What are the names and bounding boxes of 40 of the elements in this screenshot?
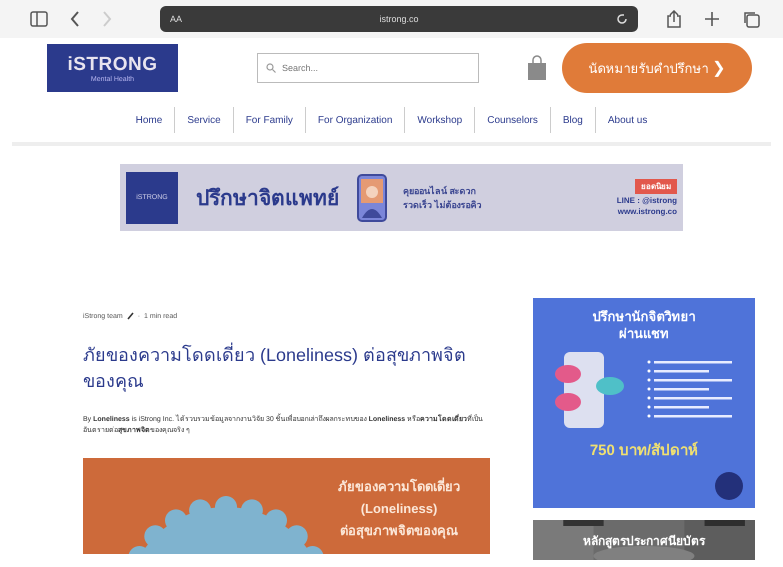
address-bar[interactable]: AA istrong.co	[160, 6, 638, 32]
url-text: istrong.co	[378, 14, 420, 24]
cover-title: ภัยของความโดดเดี่ยว	[338, 476, 460, 496]
nav-link[interactable]: Workshop	[405, 114, 474, 126]
nav-link[interactable]: Home	[124, 114, 174, 126]
nav-link[interactable]: About us	[596, 114, 660, 126]
logo-title: iSTRONG	[67, 54, 158, 76]
logo-circle-icon	[715, 472, 743, 500]
website-text: www.istrong.co	[618, 207, 677, 216]
share-icon[interactable]	[666, 10, 682, 28]
tabs-icon[interactable]	[742, 10, 760, 28]
course-title: หลักสูตรประกาศนียบัตร	[583, 532, 705, 550]
line-id: LINE : @istrong	[616, 196, 677, 205]
search-icon	[266, 63, 276, 73]
sidebar-icon[interactable]	[30, 11, 48, 27]
plus-icon[interactable]	[704, 11, 720, 27]
shopping-bag-icon[interactable]	[527, 55, 547, 81]
nav-link[interactable]: Counselors	[475, 114, 550, 126]
reload-icon[interactable]	[616, 13, 628, 25]
price-text: 750 บาท/สัปดาห์	[590, 440, 698, 461]
pencil-icon	[126, 312, 134, 320]
cover-title: ต่อสุขภาพจิตของคุณ	[340, 522, 458, 541]
cover-title: (Loneliness)	[360, 501, 438, 516]
nav-link[interactable]: For Organization	[306, 114, 404, 126]
nav-link[interactable]: Service	[175, 114, 233, 126]
phone-person-icon	[357, 174, 387, 222]
ad-title: ผ่านแชท	[619, 325, 669, 342]
popular-badge: ยอดนิยม	[635, 179, 677, 194]
nav-link[interactable]: Blog	[550, 114, 595, 126]
back-icon[interactable]	[70, 11, 80, 27]
ad-title: ปรึกษานักจิตวิทยา	[592, 308, 696, 325]
banner-tagline: รวดเร็ว ไม่ต้องรอคิว	[403, 198, 482, 212]
article-title: ภัยของความโดดเดี่ยว (Loneliness) ต่อสุขภาพจิตของคุณ	[83, 342, 490, 394]
course-card[interactable]: หลักสูตรประกาศนียบัตร	[533, 520, 755, 560]
chat-counseling-ad[interactable]: ปรึกษานักจิตวิทยา ผ่านแชท 750 บาท/สัปดาห์	[533, 298, 755, 508]
search-field[interactable]: Search...	[257, 53, 479, 83]
banner-title: ปรึกษาจิตแพทย์	[196, 185, 339, 212]
reader-label[interactable]: AA	[170, 14, 182, 24]
banner-tagline: คุยออนไลน์ สะดวก	[403, 184, 477, 198]
nav-link[interactable]: For Family	[234, 114, 305, 126]
